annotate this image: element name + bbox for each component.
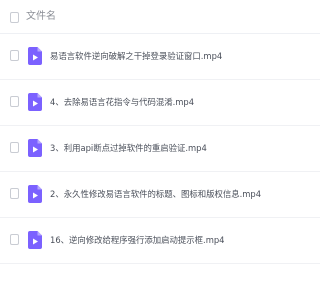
name-column-header[interactable]: 文件名: [26, 10, 56, 24]
file-name-link[interactable]: 2、永久性修改易语言软件的标题、图标和版权信息.mp4: [50, 188, 261, 200]
file-name-link[interactable]: 16、逆向修改给程序强行添加启动提示框.mp4: [50, 234, 225, 246]
file-list-header: 文件名: [0, 0, 320, 34]
video-file-icon: [28, 47, 42, 65]
file-row[interactable]: 4、去除易语言花指令与代码混淆.mp4: [0, 80, 320, 126]
file-name-link[interactable]: 3、利用api断点过掉软件的重启验证.mp4: [50, 142, 207, 154]
select-all-checkbox[interactable]: [10, 12, 19, 23]
file-name-link[interactable]: 4、去除易语言花指令与代码混淆.mp4: [50, 96, 194, 108]
file-list-panel: 文件名 易语言软件逆向破解之干掉登录验证窗口.mp4 4、去除易语言花指令与代码…: [0, 0, 320, 300]
video-file-icon: [28, 231, 42, 249]
video-file-icon: [28, 139, 42, 157]
video-file-icon: [28, 185, 42, 203]
file-row[interactable]: 2、永久性修改易语言软件的标题、图标和版权信息.mp4: [0, 172, 320, 218]
file-row[interactable]: 3、利用api断点过掉软件的重启验证.mp4: [0, 126, 320, 172]
row-checkbox[interactable]: [10, 96, 19, 107]
video-file-icon: [28, 93, 42, 111]
row-checkbox[interactable]: [10, 50, 19, 61]
row-checkbox[interactable]: [10, 188, 19, 199]
file-name-link[interactable]: 易语言软件逆向破解之干掉登录验证窗口.mp4: [50, 50, 222, 62]
row-checkbox[interactable]: [10, 234, 19, 245]
file-row[interactable]: 易语言软件逆向破解之干掉登录验证窗口.mp4: [0, 34, 320, 80]
row-checkbox[interactable]: [10, 142, 19, 153]
file-row[interactable]: 16、逆向修改给程序强行添加启动提示框.mp4: [0, 218, 320, 264]
